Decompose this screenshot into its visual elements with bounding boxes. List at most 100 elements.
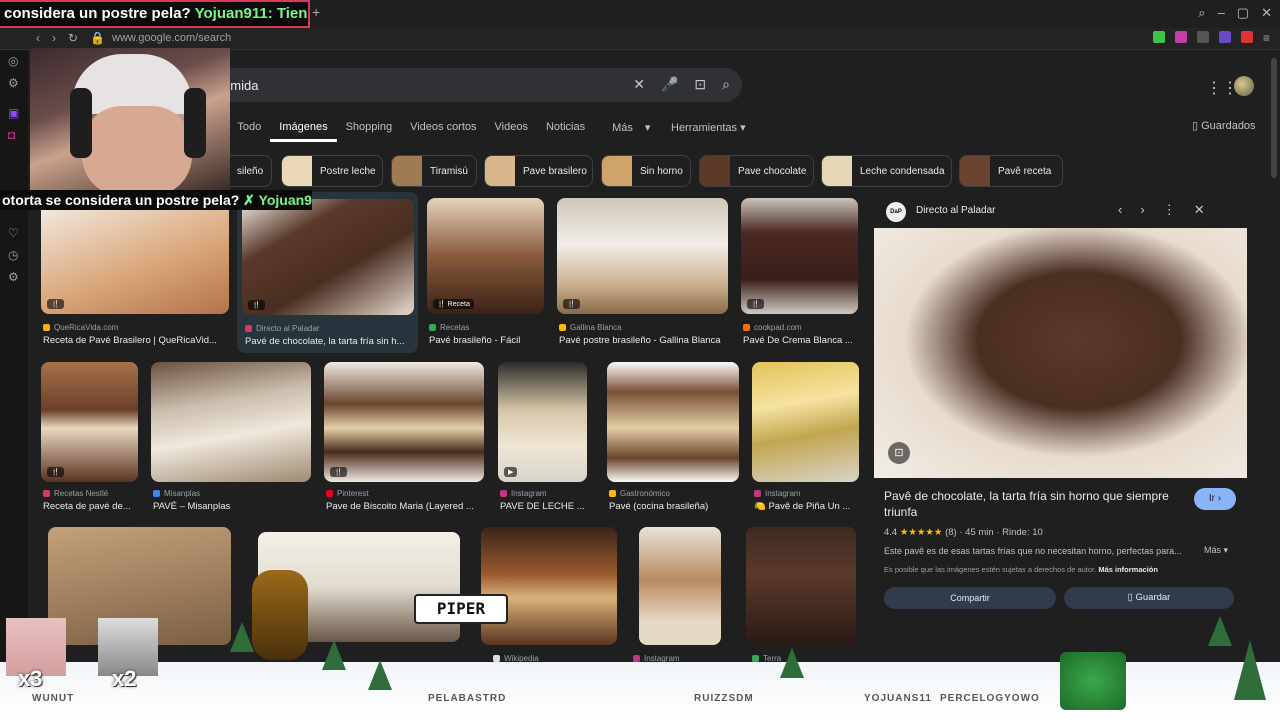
panel-image[interactable]: ⊡ xyxy=(874,228,1247,478)
panel-source[interactable]: Directo al Paladar xyxy=(916,205,995,216)
sidebar-instagram-icon[interactable]: ◘ xyxy=(8,128,15,142)
result-title[interactable]: Pavé De Crema Blanca ... xyxy=(743,335,859,346)
avatar[interactable] xyxy=(1234,76,1254,96)
close-icon[interactable]: ✕ xyxy=(1194,202,1205,218)
image-result[interactable]: 🍴 Gallina Blanca Pavé postre brasileño -… xyxy=(557,198,729,348)
chip-pave-receta[interactable]: Pavê receta xyxy=(959,155,1063,187)
result-source[interactable]: Recetas xyxy=(429,323,469,332)
extension-icon[interactable] xyxy=(1174,31,1187,43)
sidebar-speed-dial-icon[interactable]: ◎ xyxy=(8,54,18,68)
result-title[interactable]: Receta de Pavé Brasilero | QueRicaVid... xyxy=(43,335,229,346)
tab-imagenes[interactable]: Imágenes xyxy=(270,121,337,142)
result-source[interactable]: Instagram xyxy=(754,489,801,498)
sidebar-ai-icon[interactable]: ⚙ xyxy=(8,76,19,90)
lens-search-icon[interactable]: ⊡ xyxy=(888,442,910,464)
tab-mas[interactable]: Más ▾ xyxy=(594,121,659,142)
chip-leche-condensada[interactable]: Leche condensada xyxy=(821,155,952,187)
scrollbar-thumb[interactable] xyxy=(1271,58,1277,178)
image-result[interactable]: 🍴 cookpad.com Pavé De Crema Blanca ... xyxy=(741,198,859,348)
extension-download-icon[interactable] xyxy=(1152,31,1165,43)
chip-pave-chocolate[interactable]: Pave chocolate xyxy=(699,155,814,187)
result-title[interactable]: Pave de Biscoito Maria (Layered ... xyxy=(326,501,484,512)
go-button[interactable]: Ir › xyxy=(1194,488,1236,510)
chip-postre-leche[interactable]: Postre leche xyxy=(281,155,383,187)
result-image[interactable]: 🍴 xyxy=(324,362,484,482)
result-image[interactable] xyxy=(639,527,721,645)
image-result[interactable]: ▶ Instagram PAVE DE LECHE ... xyxy=(498,362,588,514)
microphone-icon[interactable]: 🎤 xyxy=(661,76,678,93)
result-source[interactable]: Gastronómico xyxy=(609,489,670,498)
image-result[interactable]: Instagram 🍋 Pavê de Piña Un ... xyxy=(752,362,860,514)
result-image[interactable]: ▶ xyxy=(498,362,587,482)
more-button[interactable]: Más ▾ xyxy=(1204,545,1228,556)
result-image[interactable]: 🍴 xyxy=(41,198,229,314)
lens-icon[interactable]: ⊡ xyxy=(694,76,706,93)
result-title[interactable]: Pavé postre brasileño - Gallina Blanca xyxy=(559,335,729,346)
result-title[interactable]: Pavé brasileño - Fácil xyxy=(429,335,545,346)
result-source[interactable]: Recetas Nestlé xyxy=(43,489,108,498)
result-title[interactable]: 🍋 Pavê de Piña Un ... xyxy=(754,501,860,512)
next-icon[interactable]: › xyxy=(1140,202,1144,218)
forward-icon[interactable]: › xyxy=(52,31,56,45)
image-result[interactable]: Terra xyxy=(746,527,856,667)
result-image[interactable]: 🍴 xyxy=(741,198,858,314)
saved-button[interactable]: ▯ Guardados xyxy=(1192,119,1256,132)
extension-puzzle-icon[interactable] xyxy=(1196,31,1209,43)
save-button[interactable]: ▯ Guardar xyxy=(1064,587,1234,609)
tab-todo[interactable]: Todo xyxy=(228,121,270,142)
share-button[interactable]: Compartir xyxy=(884,587,1056,609)
image-result[interactable]: Misanplas PAVÉ – Misanplas xyxy=(151,362,312,514)
prev-icon[interactable]: ‹ xyxy=(1118,202,1122,218)
chip-sin-horno[interactable]: Sin horno xyxy=(601,155,691,187)
sidebar-heart-icon[interactable]: ♡ xyxy=(8,226,19,240)
result-image[interactable] xyxy=(607,362,739,482)
result-title[interactable]: Pavé de chocolate, la tarta fría sin h..… xyxy=(245,336,415,347)
tab-noticias[interactable]: Noticias xyxy=(537,121,594,142)
result-image[interactable] xyxy=(746,527,856,645)
image-result[interactable]: 🍴 Pinterest Pave de Biscoito Maria (Laye… xyxy=(324,362,485,514)
clear-icon[interactable]: ✕ xyxy=(633,76,645,93)
result-source[interactable]: Directo al Paladar xyxy=(245,324,320,333)
image-result[interactable]: 🍴 Receta Recetas Pavé brasileño - Fácil xyxy=(427,198,545,348)
reload-icon[interactable]: ↻ xyxy=(68,31,78,45)
chip-pave-brasilero[interactable]: Pave brasilero xyxy=(484,155,593,187)
new-tab-button[interactable]: + xyxy=(312,4,320,20)
maximize-icon[interactable]: ▢ xyxy=(1237,5,1249,21)
chip-tiramisu[interactable]: Tiramisú xyxy=(391,155,477,187)
result-source[interactable]: Misanplas xyxy=(153,489,200,498)
result-image[interactable]: 🍴 Receta xyxy=(427,198,544,314)
result-source[interactable]: cookpad.com xyxy=(743,323,802,332)
extension-icon-2[interactable] xyxy=(1218,31,1231,43)
tools-dropdown[interactable]: Herramientas ▾ xyxy=(671,121,746,134)
result-title[interactable]: PAVÉ – Misanplas xyxy=(153,501,311,512)
result-image[interactable] xyxy=(752,362,859,482)
result-image[interactable]: 🍴 xyxy=(242,199,414,315)
menu-icon[interactable]: ≡ xyxy=(1263,31,1270,45)
tab-videos[interactable]: Videos xyxy=(486,121,537,142)
result-image[interactable]: 🍴 xyxy=(557,198,728,314)
back-icon[interactable]: ‹ xyxy=(36,31,40,45)
sidebar-history-icon[interactable]: ◷ xyxy=(8,248,18,262)
search-icon[interactable]: ⌕ xyxy=(722,76,730,93)
result-image[interactable] xyxy=(481,527,617,645)
image-result[interactable]: Gastronómico Pavé (cocina brasileña) xyxy=(607,362,740,514)
image-result[interactable]: 🍴 Recetas Nestlé Receta de pavé de... xyxy=(41,362,139,514)
result-source[interactable]: Gallina Blanca xyxy=(559,323,622,332)
more-options-icon[interactable]: ⋮ xyxy=(1163,202,1176,218)
url-field[interactable]: www.google.com/search xyxy=(112,32,231,44)
close-window-icon[interactable]: ✕ xyxy=(1261,5,1272,21)
image-result[interactable]: Instagram xyxy=(633,527,721,667)
more-info-link[interactable]: Más información xyxy=(1098,565,1158,574)
panel-title[interactable]: Pavê de chocolate, la tarta fría sin hor… xyxy=(884,488,1184,520)
result-source[interactable]: QueRicaVida.com xyxy=(43,323,118,332)
result-source[interactable]: Pinterest xyxy=(326,489,369,498)
search-box[interactable]: ave comida ✕ 🎤 ⊡ ⌕ xyxy=(180,68,742,102)
profile-icon[interactable] xyxy=(1240,31,1253,43)
result-image[interactable]: 🍴 xyxy=(41,362,138,482)
search-tabs-icon[interactable]: ⌕ xyxy=(1198,5,1205,21)
image-result[interactable]: 🍴 QueRicaVida.com Receta de Pavé Brasile… xyxy=(41,198,231,348)
sidebar-settings-icon[interactable]: ⚙ xyxy=(8,270,19,284)
result-title[interactable]: Pavé (cocina brasileña) xyxy=(609,501,739,512)
apps-grid-icon[interactable]: ⋮⋮ xyxy=(1206,78,1238,98)
sidebar-twitch-icon[interactable]: ▣ xyxy=(8,106,19,120)
